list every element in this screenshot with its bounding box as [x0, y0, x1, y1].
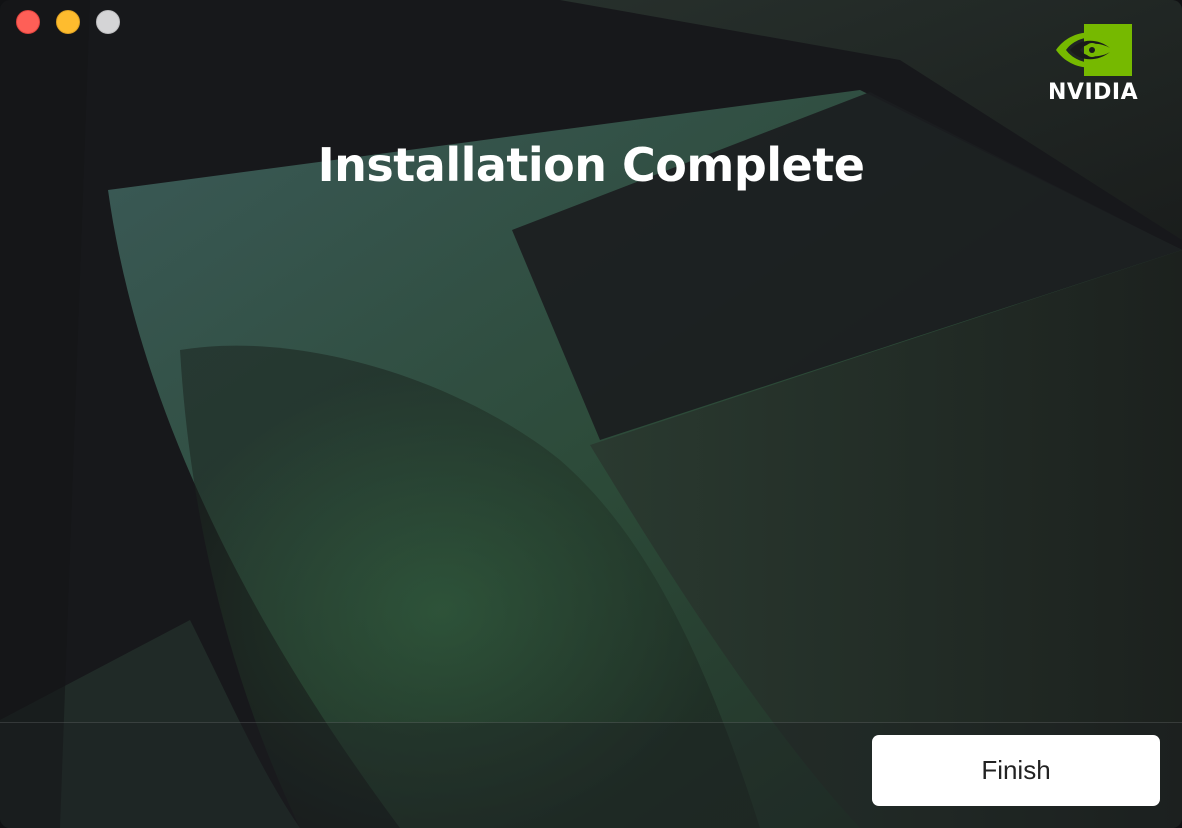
close-icon[interactable] [16, 10, 40, 34]
finish-button[interactable]: Finish [872, 735, 1160, 806]
nvidia-logo: NVIDIA [1046, 24, 1158, 108]
page-title: Installation Complete [317, 138, 865, 192]
maximize-icon[interactable] [96, 10, 120, 34]
minimize-icon[interactable] [56, 10, 80, 34]
installer-window: NVIDIA Installation Complete Finish [0, 0, 1182, 828]
nvidia-eye-icon [1056, 24, 1132, 76]
window-controls [16, 10, 120, 34]
footer-bar: Finish [0, 722, 1182, 828]
logo-wordmark: NVIDIA [1048, 80, 1139, 105]
background-artwork [0, 0, 1182, 828]
